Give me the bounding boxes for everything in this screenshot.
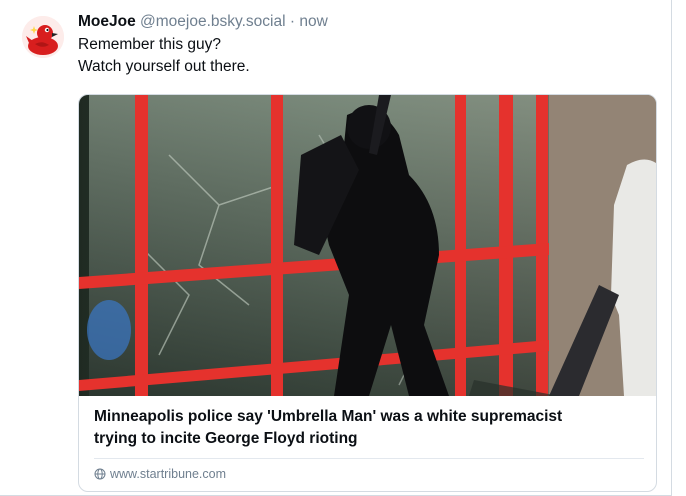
link-card-domain: www.startribune.com — [110, 467, 227, 481]
globe-icon — [94, 468, 106, 480]
post-header: MoeJoe @moejoe.bsky.social · now — [78, 12, 658, 32]
link-card-domain-row: www.startribune.com — [94, 466, 226, 482]
post-timestamp[interactable]: now — [299, 13, 327, 30]
author-handle[interactable]: @moejoe.bsky.social — [140, 13, 286, 30]
post[interactable]: MoeJoe @moejoe.bsky.social · now Remembe… — [0, 0, 672, 496]
post-text: Remember this guy? Watch yourself out th… — [78, 34, 658, 78]
post-text-line: Remember this guy? — [78, 36, 222, 53]
link-card-divider — [94, 458, 644, 459]
link-card-title[interactable]: Minneapolis police say 'Umbrella Man' wa… — [94, 406, 644, 450]
header-separator: · — [289, 13, 296, 30]
post-content: MoeJoe @moejoe.bsky.social · now Remembe… — [78, 12, 658, 78]
avatar[interactable] — [22, 16, 64, 58]
link-card[interactable]: Minneapolis police say 'Umbrella Man' wa… — [78, 94, 657, 492]
post-text-line: Watch yourself out there. — [78, 58, 250, 75]
thumbnail-image — [79, 95, 656, 396]
column-border — [671, 0, 672, 496]
link-card-thumbnail — [79, 95, 656, 396]
link-card-title-line: trying to incite George Floyd rioting — [94, 430, 358, 447]
author-display-name[interactable]: MoeJoe — [78, 13, 136, 30]
link-card-title-line: Minneapolis police say 'Umbrella Man' wa… — [94, 408, 563, 425]
red-rubber-duck-icon — [22, 16, 64, 58]
